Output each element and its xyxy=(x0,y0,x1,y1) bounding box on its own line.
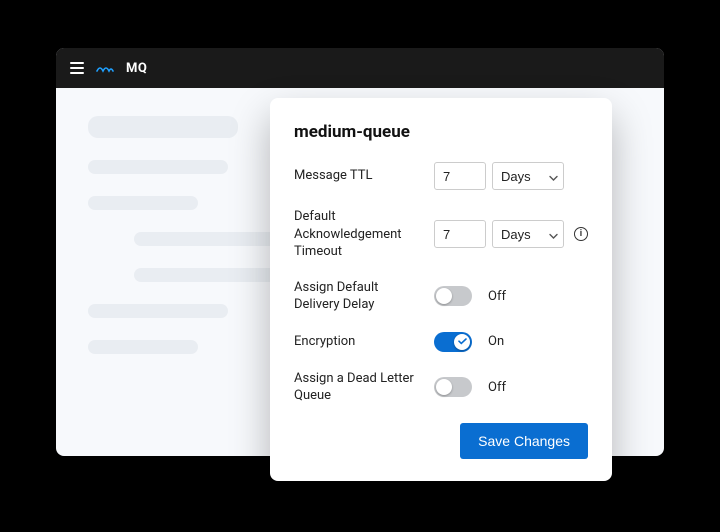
label-ack-timeout: Default Acknowledgement Timeout xyxy=(294,208,434,261)
logo-icon xyxy=(96,63,114,73)
menu-icon[interactable] xyxy=(70,62,84,74)
dlq-state: Off xyxy=(488,380,506,395)
panel-title: medium-queue xyxy=(294,122,588,142)
message-ttl-value-input[interactable] xyxy=(434,162,486,190)
skeleton-line xyxy=(88,196,198,210)
info-icon[interactable]: i xyxy=(574,227,588,241)
row-encryption: Encryption On xyxy=(294,332,588,352)
row-message-ttl: Message TTL Days xyxy=(294,162,588,190)
ack-timeout-value-input[interactable] xyxy=(434,220,486,248)
label-delivery-delay: Assign Default Delivery Delay xyxy=(294,279,434,314)
label-dlq: Assign a Dead Letter Queue xyxy=(294,370,434,405)
skeleton-line xyxy=(88,304,228,318)
skeleton-line xyxy=(88,160,228,174)
encryption-state: On xyxy=(488,334,504,349)
encryption-toggle[interactable] xyxy=(434,332,472,352)
title-bar: MQ xyxy=(56,48,664,88)
row-ack-timeout: Default Acknowledgement Timeout Days i xyxy=(294,208,588,261)
skeleton-line xyxy=(88,340,198,354)
skeleton-line xyxy=(88,116,238,138)
label-encryption: Encryption xyxy=(294,333,434,351)
delivery-delay-state: Off xyxy=(488,289,506,304)
settings-panel: medium-queue Message TTL Days Default Ac… xyxy=(270,98,612,481)
dlq-toggle[interactable] xyxy=(434,377,472,397)
label-message-ttl: Message TTL xyxy=(294,167,434,185)
message-ttl-unit-select[interactable]: Days xyxy=(492,162,564,190)
save-changes-button[interactable]: Save Changes xyxy=(460,423,588,459)
row-dlq: Assign a Dead Letter Queue Off xyxy=(294,370,588,405)
row-delivery-delay: Assign Default Delivery Delay Off xyxy=(294,279,588,314)
app-title: MQ xyxy=(126,61,147,76)
delivery-delay-toggle[interactable] xyxy=(434,286,472,306)
ack-timeout-unit-select[interactable]: Days xyxy=(492,220,564,248)
